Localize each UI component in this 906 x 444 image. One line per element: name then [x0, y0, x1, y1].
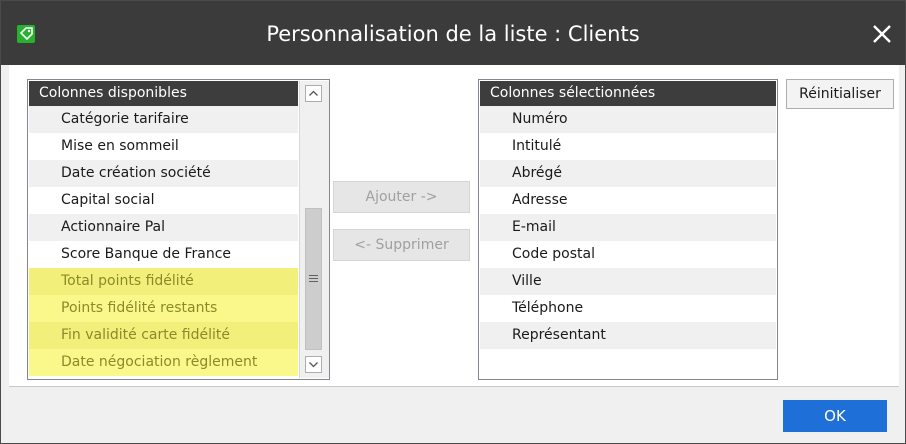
available-columns-rows: Catégorie tarifaire Mise en sommeil Date c…	[29, 106, 298, 376]
available-column-item[interactable]: Date négociation règlement	[29, 349, 298, 376]
window-title: Personnalisation de la liste : Clients	[266, 22, 640, 46]
chevron-up-icon	[309, 90, 318, 96]
available-columns-list[interactable]: Colonnes disponibles Catégorie tarifaire…	[27, 79, 330, 380]
remove-button[interactable]: <- Supprimer	[333, 229, 470, 261]
selected-column-item[interactable]: Ville	[480, 268, 776, 295]
selected-column-item[interactable]: E-mail	[480, 214, 776, 241]
grip-icon	[309, 275, 318, 282]
selected-columns-list[interactable]: Colonnes sélectionnées Numéro Intitulé Abr…	[478, 79, 778, 380]
available-column-item[interactable]: Catégorie tarifaire	[29, 106, 298, 133]
dialog-window: Personnalisation de la liste : Clients C…	[0, 0, 906, 444]
available-column-item[interactable]: Points fidélité restants	[29, 295, 298, 322]
selected-column-item[interactable]: Adresse	[480, 187, 776, 214]
available-columns-header: Colonnes disponibles	[29, 81, 298, 106]
title-bar: Personnalisation de la liste : Clients	[1, 1, 905, 65]
add-button[interactable]: Ajouter ->	[333, 181, 470, 213]
available-column-item[interactable]: Date création société	[29, 160, 298, 187]
close-button[interactable]	[865, 17, 899, 51]
selected-columns-header: Colonnes sélectionnées	[480, 81, 776, 106]
selected-column-item[interactable]: Code postal	[480, 241, 776, 268]
dialog-content: Colonnes disponibles Catégorie tarifaire…	[9, 65, 899, 386]
ok-button[interactable]: OK	[783, 400, 887, 432]
scroll-down-button[interactable]	[305, 356, 322, 373]
selected-column-item[interactable]: Abrégé	[480, 160, 776, 187]
selected-column-item[interactable]: Intitulé	[480, 133, 776, 160]
footer-divider	[9, 386, 899, 387]
close-icon	[873, 25, 891, 43]
reset-button[interactable]: Réinitialiser	[786, 79, 894, 109]
selected-column-item[interactable]: Représentant	[480, 322, 776, 349]
scroll-thumb[interactable]	[305, 208, 322, 350]
available-column-item[interactable]: Mise en sommeil	[29, 133, 298, 160]
selected-column-item[interactable]: Numéro	[480, 106, 776, 133]
selected-columns-rows: Numéro Intitulé Abrégé Adresse E-mail Code po…	[480, 106, 776, 349]
available-list-scrollbar[interactable]	[299, 81, 329, 378]
available-column-item[interactable]: Capital social	[29, 187, 298, 214]
available-column-item[interactable]: Total points fidélité	[29, 268, 298, 295]
selected-column-item[interactable]: Téléphone	[480, 295, 776, 322]
scroll-up-button[interactable]	[305, 85, 322, 102]
available-column-item[interactable]: Score Banque de France	[29, 241, 298, 268]
available-column-item[interactable]: Fin validité carte fidélité	[29, 322, 298, 349]
chevron-down-icon	[309, 362, 318, 368]
available-column-item[interactable]: Actionnaire Pal	[29, 214, 298, 241]
